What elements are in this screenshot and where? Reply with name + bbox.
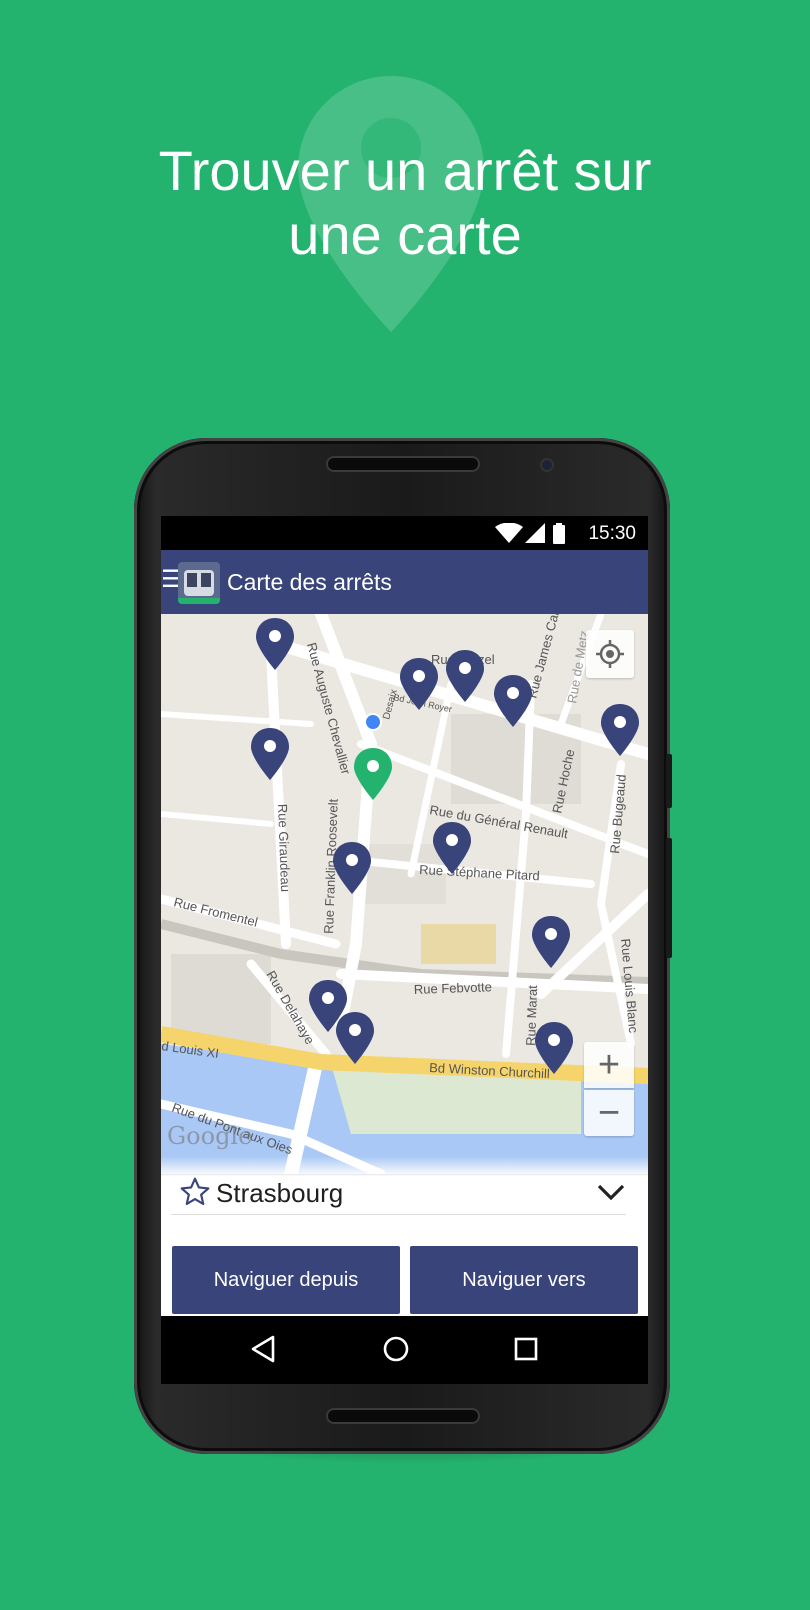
speaker-top [328, 458, 478, 470]
zoom-in-button[interactable]: + [584, 1042, 634, 1088]
recents-icon[interactable] [513, 1334, 539, 1364]
headline-line-2: une carte [288, 203, 522, 266]
power-button [666, 754, 672, 808]
map-view[interactable]: Rue Cluzel Bd Jean Royer Rue James Cane … [161, 614, 648, 1174]
headline-line-1: Trouver un arrêt sur [158, 139, 652, 202]
stop-panel: Strasbourg Naviguer depuis Naviguer vers [161, 1156, 648, 1316]
crosshair-icon [596, 640, 624, 668]
phone-screen: 15:30 ☰ Carte des arrêts Rue Bd Royer Ru… [161, 516, 648, 1316]
stop-marker-selected[interactable] [354, 748, 392, 800]
stop-header[interactable]: Strasbourg [171, 1174, 626, 1215]
speaker-bottom [328, 1410, 478, 1422]
app-logo [178, 562, 220, 604]
stop-marker[interactable] [532, 916, 570, 968]
svg-text:Rue Giraudeau: Rue Giraudeau [275, 804, 293, 893]
status-time: 15:30 [588, 523, 636, 544]
navigate-to-button[interactable]: Naviguer vers [410, 1246, 638, 1314]
stop-marker[interactable] [251, 728, 289, 780]
stop-marker[interactable] [433, 822, 471, 874]
system-nav-bar [161, 1316, 648, 1384]
volume-button [666, 838, 672, 958]
stop-name: Strasbourg [216, 1178, 344, 1208]
battery-icon [553, 523, 565, 544]
my-location-button[interactable] [586, 630, 634, 678]
stop-marker[interactable] [400, 658, 438, 710]
status-bar: 15:30 [161, 516, 648, 550]
back-icon[interactable] [249, 1334, 277, 1364]
zoom-out-button[interactable]: − [584, 1090, 634, 1136]
map-attribution: Google [167, 1122, 253, 1150]
star-outline-icon[interactable] [179, 1176, 211, 1208]
stop-marker[interactable] [336, 1012, 374, 1064]
stop-marker[interactable] [535, 1022, 573, 1074]
app-title: Carte des arrêts [227, 569, 392, 595]
navigate-from-button[interactable]: Naviguer depuis [172, 1246, 400, 1314]
wifi-icon [495, 523, 523, 543]
signal-icon [525, 523, 545, 543]
svg-text:Rue Febvotte: Rue Febvotte [414, 979, 493, 997]
front-camera [542, 460, 552, 470]
stop-marker[interactable] [333, 842, 371, 894]
stop-marker[interactable] [494, 675, 532, 727]
stop-marker[interactable] [601, 704, 639, 756]
home-icon[interactable] [381, 1334, 411, 1364]
stop-marker[interactable] [446, 650, 484, 702]
app-bar: ☰ Carte des arrêts [161, 550, 648, 614]
stop-marker[interactable] [256, 618, 294, 670]
chevron-down-icon[interactable] [596, 1182, 626, 1202]
